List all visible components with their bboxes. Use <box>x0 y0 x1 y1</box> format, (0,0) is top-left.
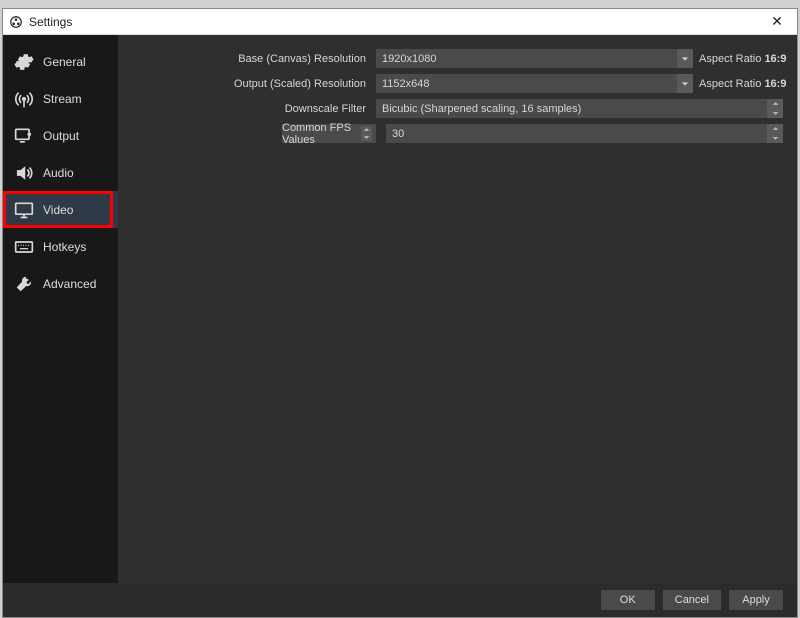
sidebar-item-hotkeys[interactable]: Hotkeys <box>3 228 118 265</box>
sidebar-item-label: General <box>43 55 86 69</box>
app-icon <box>9 15 23 29</box>
ok-button[interactable]: OK <box>601 590 655 610</box>
fps-type-combo[interactable]: Common FPS Values <box>282 124 376 143</box>
chevron-down-icon <box>677 49 693 68</box>
main-panel: Base (Canvas) Resolution 1920x1080 Aspec… <box>118 35 797 583</box>
fps-spin[interactable] <box>767 124 783 143</box>
fps-type-spin <box>361 126 372 141</box>
output-resolution-combo[interactable]: 1152x648 <box>376 74 693 93</box>
downscale-filter-label: Downscale Filter <box>118 103 376 115</box>
sidebar-item-advanced[interactable]: Advanced <box>3 265 118 302</box>
row-fps: Common FPS Values 30 <box>118 124 783 143</box>
monitor-arrow-icon <box>13 125 35 147</box>
monitor-icon <box>13 199 35 221</box>
sidebar-item-label: Audio <box>43 166 74 180</box>
sidebar-item-label: Advanced <box>43 277 96 291</box>
tools-icon <box>13 273 35 295</box>
footer: OK Cancel Apply <box>3 583 797 617</box>
base-resolution-combo[interactable]: 1920x1080 <box>376 49 693 68</box>
chevron-up-icon <box>361 126 372 134</box>
sidebar-item-video[interactable]: Video <box>3 191 118 228</box>
base-resolution-label: Base (Canvas) Resolution <box>118 53 376 65</box>
apply-button[interactable]: Apply <box>729 590 783 610</box>
keyboard-icon <box>13 236 35 258</box>
speaker-icon <box>13 162 35 184</box>
window-body: General Stream Output Audio <box>3 35 797 583</box>
sidebar-item-general[interactable]: General <box>3 43 118 80</box>
titlebar: Settings ✕ <box>3 9 797 35</box>
row-output-resolution: Output (Scaled) Resolution 1152x648 Aspe… <box>118 74 783 93</box>
base-resolution-value: 1920x1080 <box>382 53 436 65</box>
output-resolution-value: 1152x648 <box>382 78 430 90</box>
base-aspect-ratio: Aspect Ratio 16:9 <box>693 53 783 65</box>
sidebar-item-stream[interactable]: Stream <box>3 80 118 117</box>
fps-type-label: Common FPS Values <box>282 122 357 146</box>
downscale-filter-value: Bicubic (Sharpened scaling, 16 samples) <box>382 103 581 115</box>
cancel-button[interactable]: Cancel <box>663 590 721 610</box>
downscale-spin[interactable] <box>767 99 783 118</box>
output-aspect-ratio: Aspect Ratio 16:9 <box>693 78 783 90</box>
fps-value: 30 <box>392 128 404 140</box>
antenna-icon <box>13 88 35 110</box>
sidebar-item-label: Output <box>43 129 79 143</box>
chevron-down-icon <box>767 134 783 144</box>
chevron-down-icon <box>361 134 372 142</box>
sidebar-item-output[interactable]: Output <box>3 117 118 154</box>
window-title: Settings <box>29 15 763 29</box>
settings-window: Settings ✕ General Stream Output <box>2 8 798 618</box>
close-icon[interactable]: ✕ <box>763 13 791 30</box>
downscale-filter-combo[interactable]: Bicubic (Sharpened scaling, 16 samples) <box>376 99 767 118</box>
chevron-down-icon <box>677 74 693 93</box>
chevron-up-icon <box>767 99 783 109</box>
output-resolution-label: Output (Scaled) Resolution <box>118 78 376 90</box>
row-downscale-filter: Downscale Filter Bicubic (Sharpened scal… <box>118 99 783 118</box>
sidebar-item-label: Hotkeys <box>43 240 86 254</box>
sidebar-item-label: Stream <box>43 92 82 106</box>
row-base-resolution: Base (Canvas) Resolution 1920x1080 Aspec… <box>118 49 783 68</box>
chevron-down-icon <box>767 109 783 119</box>
sidebar-item-audio[interactable]: Audio <box>3 154 118 191</box>
gear-icon <box>13 51 35 73</box>
sidebar-item-label: Video <box>43 203 73 217</box>
sidebar: General Stream Output Audio <box>3 35 118 583</box>
chevron-up-icon <box>767 124 783 134</box>
fps-value-combo[interactable]: 30 <box>386 124 767 143</box>
